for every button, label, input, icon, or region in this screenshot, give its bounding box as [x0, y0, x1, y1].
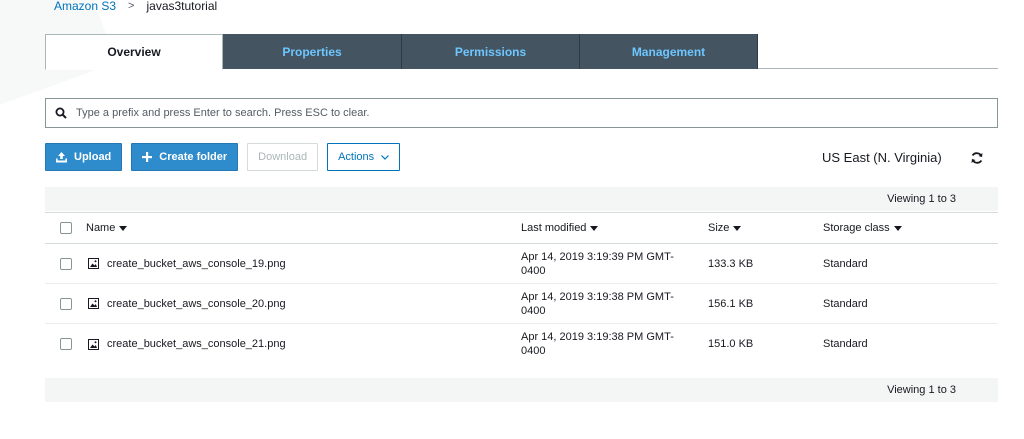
- last-modified-cell: Apr 14, 2019 3:19:38 PM GMT- 0400: [521, 290, 674, 317]
- table-row[interactable]: create_bucket_aws_console_20.png Apr 14,…: [45, 284, 998, 324]
- image-file-icon: [88, 298, 99, 309]
- breadcrumb-root-link[interactable]: Amazon S3: [54, 0, 116, 13]
- header-size[interactable]: Size: [708, 222, 823, 234]
- breadcrumb-current: javas3tutorial: [146, 0, 218, 13]
- select-all-checkbox[interactable]: [59, 222, 72, 234]
- create-folder-button-label: Create folder: [159, 151, 228, 163]
- viewing-count: Viewing 1 to 3: [887, 193, 956, 205]
- tab-management[interactable]: Management: [580, 34, 758, 69]
- storage-class-cell: Standard: [823, 338, 868, 350]
- breadcrumb-separator: >: [128, 0, 135, 12]
- tab-properties[interactable]: Properties: [223, 34, 402, 69]
- objects-table: Name Last modified Size Storage class cr…: [45, 212, 998, 364]
- upload-icon: [56, 151, 67, 163]
- search-input[interactable]: [76, 107, 997, 119]
- table-row[interactable]: create_bucket_aws_console_19.png Apr 14,…: [45, 244, 998, 284]
- sort-caret-icon: [733, 225, 742, 231]
- sort-caret-icon: [590, 225, 599, 231]
- file-name-link[interactable]: create_bucket_aws_console_21.png: [107, 338, 286, 350]
- upload-button-label: Upload: [74, 151, 112, 163]
- download-button[interactable]: Download: [247, 143, 319, 171]
- sort-caret-icon: [119, 225, 128, 231]
- search-icon: [46, 107, 76, 119]
- size-cell: 133.3 KB: [708, 257, 754, 270]
- row-checkbox[interactable]: [59, 297, 72, 310]
- storage-class-cell: Standard: [823, 257, 868, 270]
- size-cell: 156.1 KB: [708, 297, 754, 310]
- file-name-link[interactable]: create_bucket_aws_console_19.png: [107, 258, 286, 270]
- row-checkbox[interactable]: [59, 338, 72, 350]
- breadcrumb: Amazon S3 > javas3tutorial: [54, 0, 217, 14]
- table-row[interactable]: create_bucket_aws_console_21.png Apr 14,…: [45, 324, 998, 364]
- header-name[interactable]: Name: [86, 222, 521, 234]
- search-box: [45, 98, 998, 128]
- actions-dropdown-label: Actions: [338, 151, 375, 163]
- header-last-modified[interactable]: Last modified: [521, 221, 708, 235]
- table-header: Name Last modified Size Storage class: [45, 212, 998, 244]
- header-storage-class[interactable]: Storage class: [823, 222, 998, 234]
- viewing-count: Viewing 1 to 3: [887, 384, 956, 396]
- toolbar: Upload Create folder Download Actions: [45, 143, 409, 171]
- size-cell: 151.0 KB: [708, 338, 754, 350]
- sort-caret-icon: [893, 225, 902, 231]
- refresh-icon[interactable]: [970, 151, 984, 168]
- pagination-info-top: Viewing 1 to 3: [45, 187, 998, 211]
- last-modified-cell: Apr 14, 2019 3:19:39 PM GMT- 0400: [521, 250, 674, 277]
- row-checkbox[interactable]: [59, 257, 72, 270]
- pagination-info-bottom: Viewing 1 to 3: [45, 378, 998, 402]
- tab-overview[interactable]: Overview: [45, 34, 223, 70]
- upload-button[interactable]: Upload: [45, 143, 123, 171]
- tab-bar: Overview Properties Permissions Manageme…: [45, 34, 998, 70]
- plus-icon: [142, 152, 153, 162]
- file-name-link[interactable]: create_bucket_aws_console_20.png: [107, 298, 286, 310]
- actions-dropdown[interactable]: Actions: [327, 143, 401, 171]
- region-label: US East (N. Virginia): [822, 150, 942, 165]
- image-file-icon: [88, 258, 99, 269]
- last-modified-cell: Apr 14, 2019 3:19:38 PM GMT- 0400: [521, 331, 674, 357]
- image-file-icon: [88, 338, 99, 350]
- chevron-down-icon: [381, 154, 390, 160]
- tab-permissions[interactable]: Permissions: [402, 34, 580, 69]
- storage-class-cell: Standard: [823, 297, 868, 310]
- create-folder-button[interactable]: Create folder: [131, 143, 239, 171]
